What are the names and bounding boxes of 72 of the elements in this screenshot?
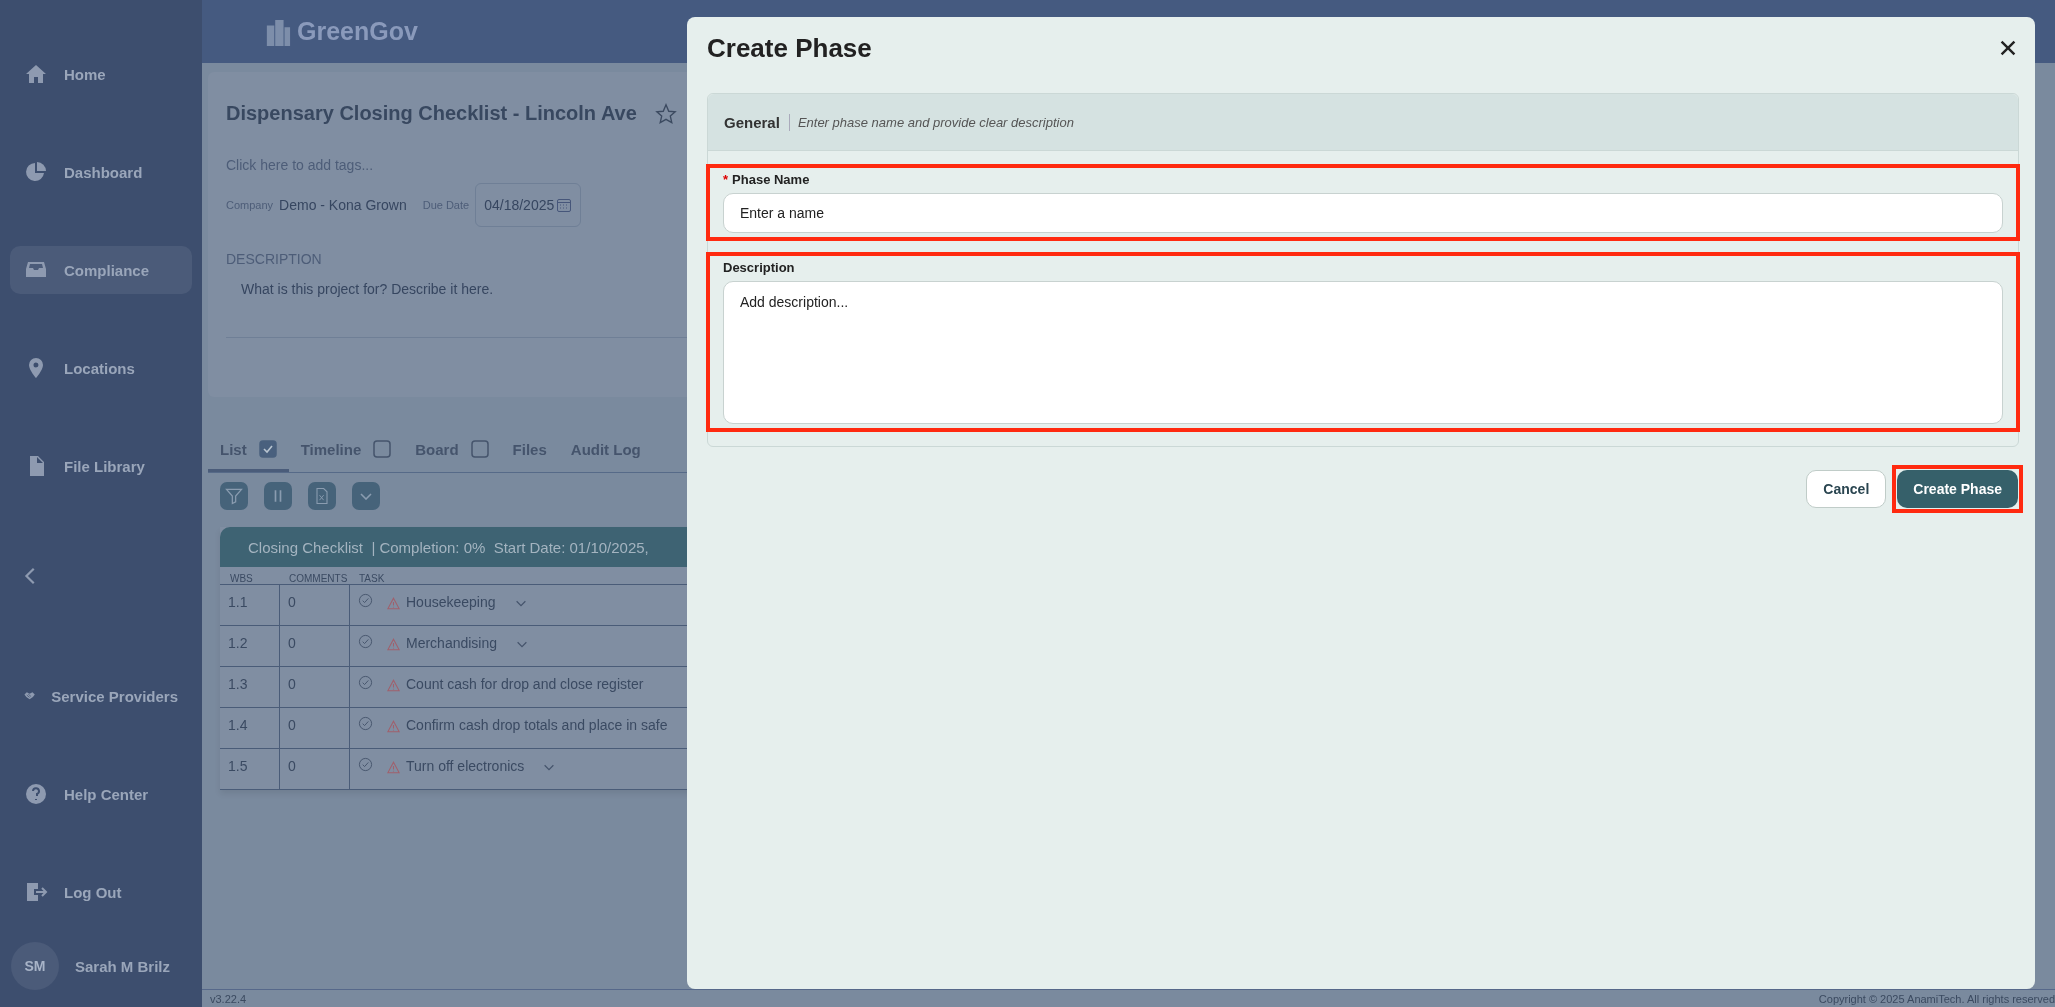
check-circle-icon[interactable] xyxy=(358,675,373,690)
filter-icon xyxy=(224,486,244,506)
warning-icon xyxy=(387,761,400,774)
task-name[interactable]: Count cash for drop and close register xyxy=(406,676,644,692)
field-label: Description xyxy=(723,260,796,275)
nav-item[interactable]: Locations xyxy=(10,344,192,392)
description-text[interactable]: What is this project for? Describe it here. xyxy=(241,281,687,297)
column-header: COMMENTS xyxy=(288,573,349,584)
check-circle-icon[interactable] xyxy=(358,634,373,649)
dropdown-button[interactable] xyxy=(352,482,380,510)
logo-text: GreenGov xyxy=(297,17,418,46)
cancel-button[interactable]: Cancel xyxy=(1806,470,1887,508)
check-circle-icon[interactable] xyxy=(358,716,373,731)
table-cell-text: 1.2 xyxy=(227,634,249,653)
field-label: * Phase Name xyxy=(723,172,811,187)
home-icon xyxy=(24,62,48,86)
project-title: Dispensary Closing Checklist - Lincoln Ave xyxy=(226,102,637,125)
warning-icon xyxy=(387,679,400,692)
column-header: TASK xyxy=(358,573,385,584)
checkbox[interactable] xyxy=(258,440,277,458)
help-icon xyxy=(24,782,48,806)
table-cell: 0 xyxy=(279,749,349,789)
table-cell: 0 xyxy=(279,585,349,625)
dialog-title: Create Phase xyxy=(707,32,872,64)
excel-export-button[interactable] xyxy=(308,482,336,510)
copyright-text: Copyright © 2025 AnamiTech. All rights reserved xyxy=(1818,992,2055,1005)
buildings-icon xyxy=(265,17,291,46)
task-name[interactable]: Turn off electronics xyxy=(406,758,525,774)
input-field[interactable]: Enter a name xyxy=(723,193,2003,233)
user-avatar[interactable]: SM xyxy=(11,942,59,990)
section-title: General xyxy=(724,113,790,131)
nav-item[interactable]: Log Out xyxy=(10,868,192,916)
warning-icon xyxy=(387,720,400,733)
user-name: Sarah M Brilz xyxy=(75,957,171,975)
check-circle-icon[interactable] xyxy=(358,593,373,608)
table-cell: 0 xyxy=(279,667,349,707)
version-text: v3.22.4 xyxy=(210,992,247,1005)
logout-icon xyxy=(24,880,48,904)
nav-item[interactable]: File Library xyxy=(10,442,192,490)
phase-summary: Closing Checklist | Completion: 0% Start Date: 01/10/2025, xyxy=(248,538,649,556)
task-name[interactable]: Merchandising xyxy=(406,635,498,651)
task-name[interactable]: Confirm cash drop totals and place in safe xyxy=(406,717,668,733)
filter-button[interactable] xyxy=(220,482,248,510)
table-cell-text: 1.4 xyxy=(227,716,249,735)
check-circle-icon[interactable] xyxy=(358,757,373,772)
warning-icon xyxy=(387,638,400,651)
pie-chart-icon xyxy=(24,160,48,184)
nav-item[interactable]: Help Center xyxy=(10,770,192,818)
table-cell: 0 xyxy=(279,626,349,666)
table-cell: 0 xyxy=(279,708,349,748)
nav-item[interactable]: Home xyxy=(10,50,192,98)
task-name[interactable]: Housekeeping xyxy=(406,594,496,610)
columns-button[interactable] xyxy=(264,482,292,510)
nav-item[interactable]: Dashboard xyxy=(10,148,192,196)
nav-item[interactable]: Compliance xyxy=(10,246,192,294)
nav-item[interactable]: Service Providers xyxy=(10,672,192,720)
warning-icon xyxy=(387,597,400,610)
required-mark: * xyxy=(723,172,729,187)
column-header: WBS xyxy=(229,573,254,584)
star-icon[interactable] xyxy=(654,102,677,125)
table-cell-text: 1.3 xyxy=(227,675,249,694)
table-cell-text: 1.5 xyxy=(227,757,249,776)
company-value: Demo - Kona Grown xyxy=(279,197,407,213)
text-area[interactable]: Add description... xyxy=(723,281,2003,424)
calendar-icon xyxy=(556,197,573,213)
checkbox[interactable] xyxy=(373,440,392,458)
create-button[interactable]: Create Phase xyxy=(1897,470,2018,508)
checkbox[interactable] xyxy=(470,440,489,458)
chevron-down-icon xyxy=(360,492,372,500)
due-date-field[interactable]: 04/18/2025 xyxy=(475,183,582,227)
table-cell-text: 1.1 xyxy=(227,593,249,612)
section-hint: Enter phase name and provide clear description xyxy=(797,114,1074,130)
